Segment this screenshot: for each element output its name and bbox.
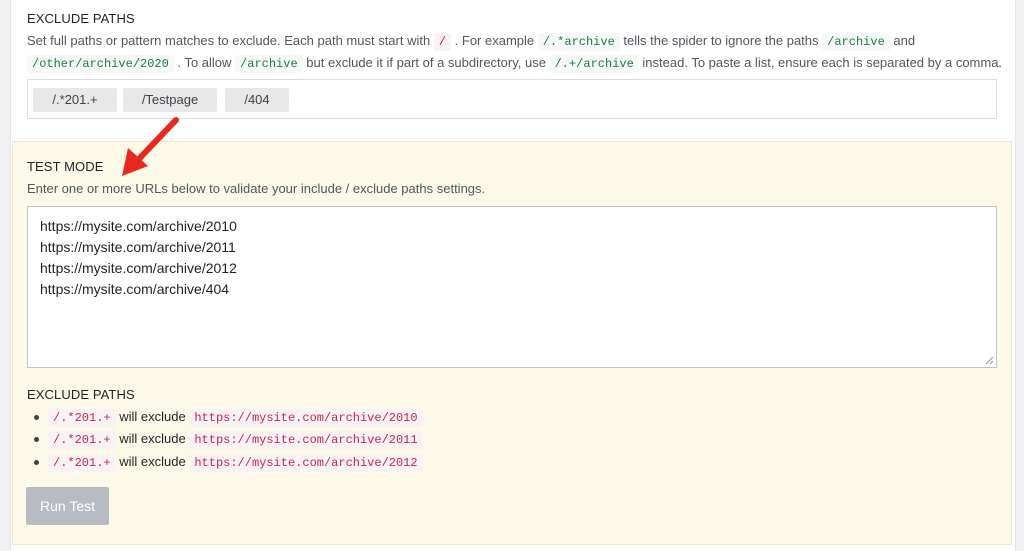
path-tag[interactable]: /404 — [225, 88, 289, 112]
desc-text: . For example — [454, 33, 535, 48]
desc-text: . To allow — [177, 55, 232, 70]
bullet-icon — [34, 415, 39, 420]
list-item: /.*201.+ will exclude https://mysite.com… — [34, 431, 423, 449]
run-test-button[interactable]: Run Test — [26, 487, 109, 525]
result-text: will exclude — [119, 431, 186, 446]
url-line: https://mysite.com/archive/2010 — [40, 218, 237, 234]
desc-text: instead. To paste a list, ensure each is… — [642, 55, 1003, 70]
url-line: https://mysite.com/archive/2012 — [40, 260, 237, 276]
url-line: https://mysite.com/archive/2011 — [40, 239, 236, 255]
red-arrow-icon — [122, 117, 179, 176]
code-archive: /archive — [822, 33, 890, 51]
bullet-icon — [34, 437, 39, 442]
desc-text: and — [893, 33, 916, 48]
resize-handle-icon[interactable] — [985, 356, 994, 365]
test-urls-textarea[interactable]: https://mysite.com/archive/2010 https://… — [27, 206, 997, 368]
test-mode-description: Enter one or more URLs below to validate… — [27, 181, 486, 196]
result-pattern: /.*201.+ — [48, 454, 116, 472]
list-item: /.*201.+ will exclude https://mysite.com… — [34, 409, 423, 427]
exclude-paths-input[interactable]: /.*201.+ /Testpage /404 — [27, 79, 997, 119]
code-other-archive: /other/archive/2020 — [27, 55, 174, 73]
path-tag[interactable]: /Testpage — [123, 88, 217, 112]
test-mode-title: TEST MODE — [27, 159, 104, 174]
exclude-description-line-1: Set full paths or pattern matches to exc… — [27, 33, 916, 51]
result-url: https://mysite.com/archive/2012 — [189, 454, 423, 472]
bullet-icon — [34, 460, 39, 465]
code-slash: / — [433, 33, 452, 51]
result-pattern: /.*201.+ — [48, 431, 116, 449]
url-line: https://mysite.com/archive/404 — [40, 281, 230, 297]
result-text: will exclude — [119, 454, 186, 469]
result-pattern: /.*201.+ — [48, 409, 116, 427]
result-text: will exclude — [119, 409, 186, 424]
result-url: https://mysite.com/archive/2011 — [189, 431, 423, 449]
exclude-paths-title: EXCLUDE PATHS — [27, 11, 135, 26]
desc-text: Set full paths or pattern matches to exc… — [27, 33, 431, 48]
code-subdir-archive: /.+/archive — [549, 55, 639, 73]
code-archive-pattern: /.*archive — [537, 33, 620, 51]
desc-text: tells the spider to ignore the paths — [623, 33, 819, 48]
code-archive: /archive — [235, 55, 303, 73]
desc-text: but exclude it if part of a subdirectory… — [306, 55, 546, 70]
path-tag[interactable]: /.*201.+ — [33, 88, 117, 112]
results-title: EXCLUDE PATHS — [27, 387, 135, 402]
result-url: https://mysite.com/archive/2010 — [189, 409, 423, 427]
list-item: /.*201.+ will exclude https://mysite.com… — [34, 454, 423, 472]
exclude-description-line-2: /other/archive/2020 . To allow /archive … — [27, 55, 1003, 73]
